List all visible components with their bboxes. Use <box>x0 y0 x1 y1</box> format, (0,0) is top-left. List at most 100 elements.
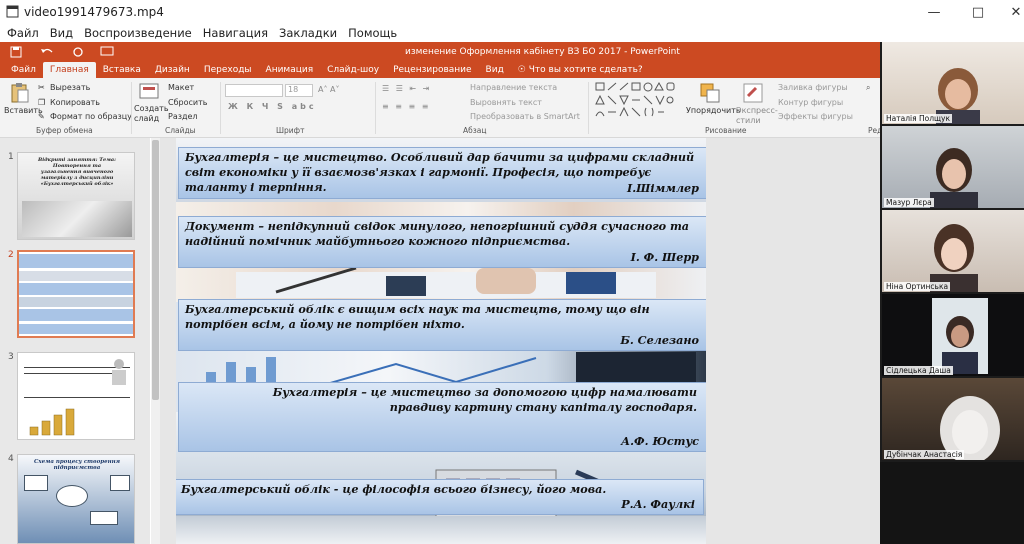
redo-icon[interactable] <box>72 46 84 58</box>
quote-box-1[interactable]: Бухгалтерія – це мистецтво. Особливий да… <box>178 147 706 199</box>
ppt-title-bar: изменение Оформлення кабінету ВЗ БО 2017… <box>0 42 880 62</box>
shape-fill-button[interactable]: Заливка фигуры <box>778 83 848 92</box>
tab-review[interactable]: Рецензирование <box>386 62 478 78</box>
cut-icon: ✂ <box>38 83 45 92</box>
scrollbar-thumb[interactable] <box>152 140 159 400</box>
thumbnail-photo-band <box>19 271 133 281</box>
thumbnail-photo-band <box>19 297 133 307</box>
section-button[interactable]: Раздел <box>168 112 198 121</box>
format-painter-button[interactable]: Формат по образцу <box>50 112 132 121</box>
undo-icon[interactable] <box>40 46 54 58</box>
font-style-buttons[interactable]: Ж К Ч S abc <box>228 102 317 111</box>
menu-view[interactable]: Вид <box>50 26 73 40</box>
slide-thumbnail-2[interactable] <box>17 250 135 338</box>
quote-author: Р.А. Фаулкі <box>621 497 695 511</box>
participant-tile[interactable]: Ніна Ортинська <box>882 210 1024 292</box>
quote-text: Документ – непідкупний свідок минулого, … <box>185 219 690 248</box>
quick-styles-button[interactable]: Экспресс-стили <box>736 106 778 126</box>
arrange-icon[interactable] <box>699 82 721 104</box>
slide-main[interactable]: Бухгалтерія – це мистецтво. Особливий да… <box>176 138 706 544</box>
menu-navigation[interactable]: Навигация <box>203 26 268 40</box>
align-text-button[interactable]: Выровнять текст <box>470 98 542 107</box>
paste-icon[interactable] <box>10 82 30 104</box>
thumbnail-number: 3 <box>8 352 14 362</box>
thumbnail-title: Схема процесу створення підприємства <box>33 459 121 471</box>
layout-button[interactable]: Макет <box>168 83 194 92</box>
menu-file[interactable]: Файл <box>7 26 39 40</box>
font-size-box[interactable]: 18 <box>285 84 313 97</box>
alignment-buttons[interactable]: ≡ ≡ ≡ ≡ <box>382 102 430 111</box>
thumbnail-quote-bar <box>19 254 133 268</box>
quick-styles-icon[interactable] <box>742 82 764 104</box>
quote-box-3[interactable]: Бухгалтерський облік є вищим всіх наук т… <box>178 299 706 351</box>
quote-box-5[interactable]: Бухгалтерський облік - це філософія всьо… <box>176 479 704 515</box>
figure-image <box>112 359 126 385</box>
divider <box>131 82 132 134</box>
slide-thumbnail-4[interactable]: Схема процесу створення підприємства <box>17 454 135 544</box>
tab-slideshow[interactable]: Слайд-шоу <box>320 62 386 78</box>
participant-tile[interactable]: Мазур Лєра <box>882 126 1024 208</box>
slide-thumbnail-3[interactable] <box>17 352 135 440</box>
thumbnail-box <box>56 485 88 507</box>
save-icon[interactable] <box>10 46 22 58</box>
thumbnail-quote-bar <box>19 283 133 295</box>
divider <box>220 82 221 134</box>
smartart-button[interactable]: Преобразовать в SmartArt <box>470 112 580 121</box>
menu-bar: Файл Вид Воспроизведение Навигация Закла… <box>0 24 1024 42</box>
participant-tile[interactable]: Дубінчак Анастасія <box>882 378 1024 460</box>
quote-box-2[interactable]: Документ – непідкупний свідок минулого, … <box>178 216 706 268</box>
divider <box>375 82 376 134</box>
ppt-document-title: изменение Оформлення кабінету ВЗ БО 2017… <box>405 47 680 57</box>
quote-box-4[interactable]: Бухгалтерія – це мистецтво за допомогою … <box>178 382 706 452</box>
thumbnail-number: 1 <box>8 152 14 162</box>
shape-outline-button[interactable]: Контур фигуры <box>778 98 843 107</box>
slideshow-start-icon[interactable] <box>100 46 114 58</box>
arrange-button[interactable]: Упорядочить <box>686 106 741 115</box>
new-slide-icon[interactable] <box>138 82 160 102</box>
thumbnails-scrollbar[interactable] <box>151 138 160 544</box>
thumbnail-box <box>110 475 130 491</box>
text-direction-button[interactable]: Направление текста <box>470 83 557 92</box>
tab-view[interactable]: Вид <box>479 62 511 78</box>
participant-tile[interactable]: Сідлецька Даша <box>882 294 1024 376</box>
participant-video <box>932 298 988 374</box>
lightbulb-icon: ☉ <box>517 65 529 75</box>
drawing-group-label: Рисование <box>705 126 747 135</box>
thumbnail-box <box>24 475 48 491</box>
tab-transitions[interactable]: Переходы <box>197 62 259 78</box>
minimize-button[interactable]: — <box>912 0 956 24</box>
menu-bookmarks[interactable]: Закладки <box>279 26 337 40</box>
participant-video <box>930 148 978 208</box>
tab-insert[interactable]: Вставка <box>96 62 148 78</box>
participant-tile[interactable]: Наталія Полщук <box>882 42 1024 124</box>
close-button[interactable]: ✕ <box>994 0 1024 24</box>
format-painter-icon: ✎ <box>38 112 45 121</box>
menu-help[interactable]: Помощь <box>348 26 397 40</box>
participant-name: Мазур Лєра <box>884 198 934 207</box>
copy-button[interactable]: Копировать <box>50 98 100 107</box>
font-name-box[interactable] <box>225 84 283 97</box>
photo-band-bottom <box>176 516 706 544</box>
thumbnail-rule <box>24 397 130 398</box>
paste-button[interactable]: Вставить <box>4 106 43 115</box>
tab-home[interactable]: Главная <box>42 62 96 78</box>
find-icon[interactable]: ⌕ <box>866 83 870 93</box>
thumbnail-number: 4 <box>8 454 14 464</box>
reset-button[interactable]: Сбросить <box>168 98 207 107</box>
tell-me-search[interactable]: ☉ Что вы хотите сделать? <box>511 62 650 78</box>
gallery-empty-area <box>880 462 1024 544</box>
thumbnail-quote-bar <box>19 324 133 334</box>
tab-file[interactable]: Файл <box>4 62 43 78</box>
shapes-gallery[interactable] <box>595 82 675 120</box>
tab-design[interactable]: Дизайн <box>148 62 197 78</box>
grow-font-icon[interactable]: A˄ A˅ <box>318 85 340 94</box>
quote-text: Бухгалтерський облік є вищим всіх наук т… <box>185 302 650 331</box>
list-buttons[interactable]: ☰ ☰ ⇤ ⇥ <box>382 84 431 93</box>
tab-animation[interactable]: Анимация <box>259 62 321 78</box>
menu-playback[interactable]: Воспроизведение <box>84 26 192 40</box>
window-title-bar: video1991479673.mp4 — □ ✕ <box>0 0 1024 24</box>
slide-thumbnail-1[interactable]: Відкриті заняття: Тема: Повторення та уз… <box>17 152 135 240</box>
shape-effects-button[interactable]: Эффекты фигуры <box>778 112 853 121</box>
cut-button[interactable]: Вырезать <box>50 83 90 92</box>
new-slide-button[interactable]: Создать слайд <box>134 104 169 124</box>
